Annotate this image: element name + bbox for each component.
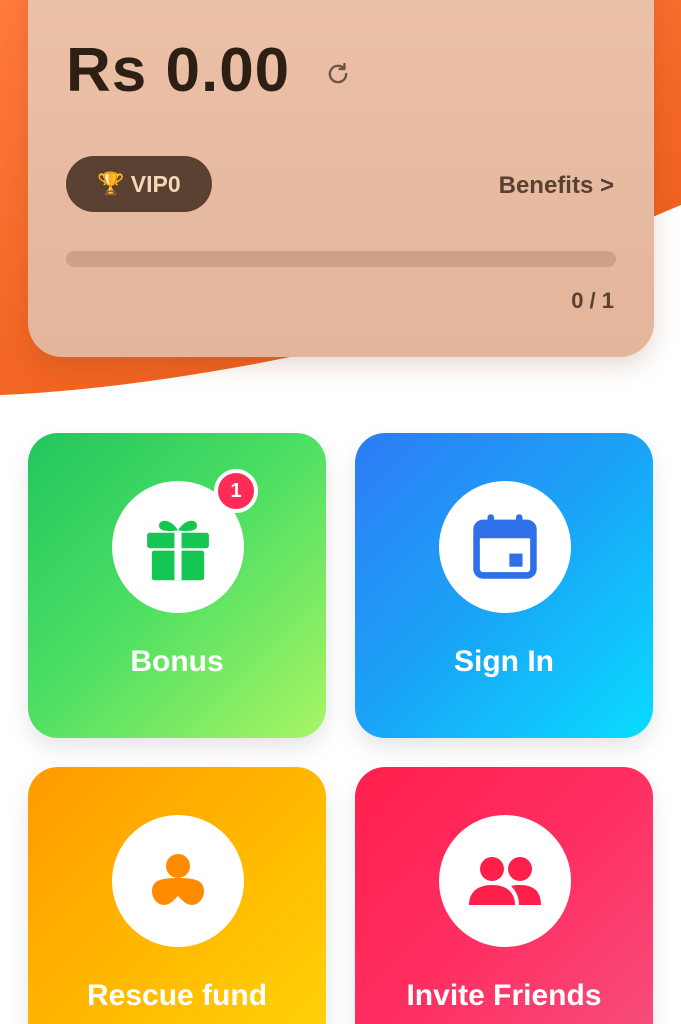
- rescue-fund-icon-circle: [112, 815, 244, 947]
- refresh-icon[interactable]: [324, 60, 352, 88]
- vip-progress-bar: [66, 251, 616, 267]
- vip-progress-count: 0 / 1: [571, 288, 614, 313]
- rescue-fund-label: Rescue fund: [86, 979, 268, 1012]
- balance-card: Rs 0.00 🏆 VIP0 Benefits > 0 / 1: [28, 0, 654, 357]
- vip-level: VIP0: [130, 170, 181, 197]
- gift-icon: [147, 520, 209, 581]
- bonus-label: Bonus: [130, 645, 224, 678]
- bonus-tile[interactable]: 1 Bonus: [28, 433, 326, 738]
- vip-badge[interactable]: 🏆 VIP0: [66, 156, 212, 212]
- friends-icon: [469, 857, 541, 905]
- calendar-icon: [473, 514, 537, 579]
- invite-friends-label: Invite Friends: [406, 979, 602, 1012]
- rescue-fund-tile[interactable]: Rescue fund: [28, 767, 326, 1024]
- benefits-link[interactable]: Benefits >: [499, 172, 614, 200]
- sign-in-tile[interactable]: Sign In: [355, 433, 653, 738]
- balance-amount: Rs 0.00: [66, 36, 291, 105]
- sign-in-icon-circle: [439, 481, 571, 613]
- trophy-icon: 🏆: [97, 171, 125, 196]
- bonus-notification-badge: 1: [214, 469, 258, 513]
- sign-in-label: Sign In: [454, 645, 554, 678]
- invite-friends-tile[interactable]: Invite Friends: [355, 767, 653, 1024]
- rescue-person-icon: [152, 854, 204, 905]
- invite-friends-icon-circle: [439, 815, 571, 947]
